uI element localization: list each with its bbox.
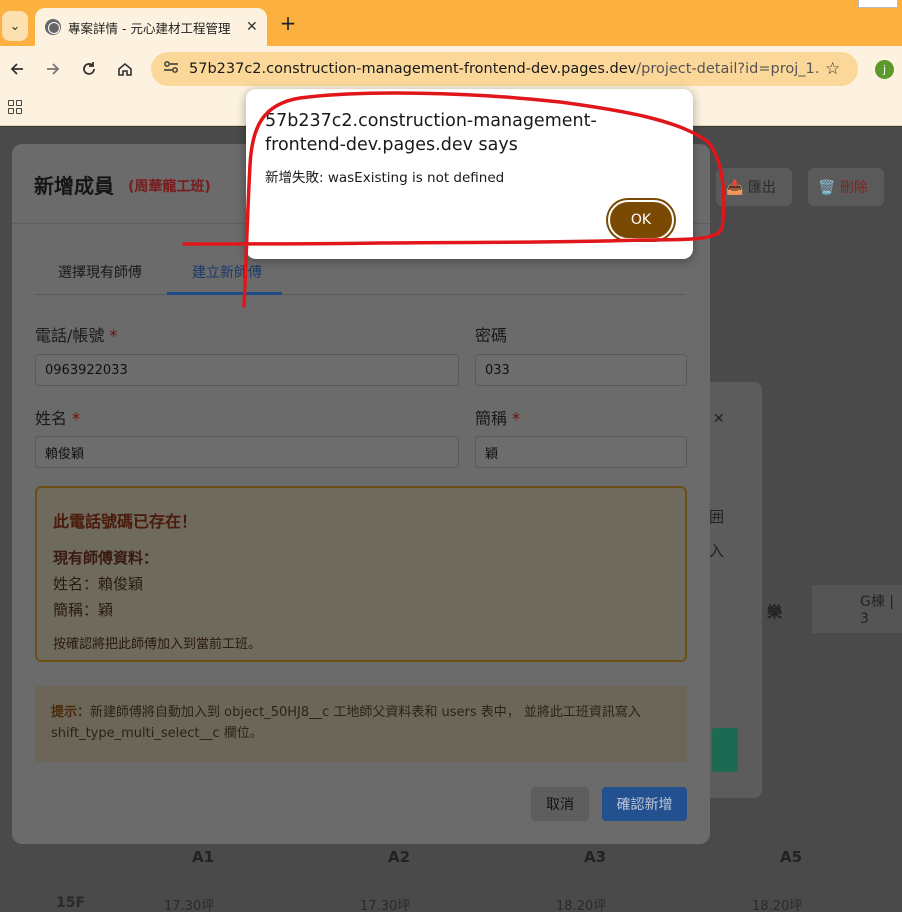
export-button[interactable]: 📥 匯出 xyxy=(716,168,792,206)
tab-create-new[interactable]: 建立新師傅 xyxy=(192,262,262,282)
floor-label: 15F xyxy=(56,895,86,911)
site-info-icon[interactable] xyxy=(163,60,185,78)
cancel-button[interactable]: 取消 xyxy=(531,787,589,821)
phone-label: 電話/帳號 * xyxy=(35,326,118,345)
tab-search-button[interactable]: ⌄ xyxy=(2,11,28,41)
back-icon[interactable] xyxy=(6,58,28,80)
hint-box: 提示：新建師傅將自動加入到 object_50HJ8__c 工地師父資料表和 u… xyxy=(35,686,687,762)
window-control[interactable] xyxy=(858,0,898,8)
url-host: 57b237c2.construction-management-fronten… xyxy=(189,61,637,77)
url-text[interactable]: 57b237c2.construction-management-fronten… xyxy=(189,61,819,77)
profile-avatar[interactable]: j xyxy=(875,60,894,79)
background-text: 囲 xyxy=(709,508,725,526)
tabs-divider xyxy=(34,294,686,295)
duplicate-phone-warning: 此電話號碼已存在！ 現有師傅資料： 姓名：賴俊穎 簡稱：穎 按確認將把此師傅加入… xyxy=(35,486,687,662)
column-header: A3 xyxy=(584,848,607,866)
modal-subtitle: (周華龍工班) xyxy=(128,179,211,195)
address-bar[interactable]: 57b237c2.construction-management-fronten… xyxy=(151,52,858,86)
column-header: A5 xyxy=(780,848,803,866)
column-header: A1 xyxy=(192,848,215,866)
unit-cell[interactable]: 17.30坪 xyxy=(360,895,410,912)
tab-title: 專案詳情 - 元心建材工程管理 xyxy=(68,20,231,36)
alert-dialog: 57b237c2.construction-management-fronten… xyxy=(246,89,693,259)
name-label: 姓名 * xyxy=(35,409,81,428)
apps-grid-icon[interactable] xyxy=(8,100,22,114)
tab-select-existing[interactable]: 選擇現有師傅 xyxy=(58,262,142,282)
alert-message: 新增失敗: wasExisting is not defined xyxy=(265,170,505,186)
ok-button[interactable]: OK xyxy=(608,200,674,240)
bookmark-star-icon[interactable]: ☆ xyxy=(825,59,840,79)
unit-cell[interactable]: 17.30坪 xyxy=(164,895,214,912)
chevron-down-icon: ⌄ xyxy=(9,18,21,34)
browser-tab[interactable]: 專案詳情 - 元心建材工程管理 ✕ xyxy=(35,8,267,46)
password-label: 密碼 xyxy=(475,326,508,345)
reload-icon[interactable] xyxy=(78,58,100,80)
alert-title: 57b237c2.construction-management-fronten… xyxy=(265,111,597,155)
globe-icon xyxy=(45,19,61,35)
phone-input[interactable]: 0963922033 xyxy=(35,354,459,386)
background-teal-block xyxy=(712,728,738,772)
home-icon[interactable] xyxy=(114,58,136,80)
background-close-icon[interactable]: ✕ xyxy=(713,411,725,427)
background-text: 樂 xyxy=(767,603,783,621)
url-path: /project-detail?id=proj_1… xyxy=(636,61,819,77)
password-input[interactable]: 033 xyxy=(475,354,687,386)
short-name-input[interactable]: 穎 xyxy=(475,436,687,468)
background-text: 入 xyxy=(709,542,725,560)
warning-subtitle: 現有師傅資料： xyxy=(53,549,159,567)
existing-short-name: 簡稱：穎 xyxy=(53,601,114,619)
modal-title: 新增成員 xyxy=(34,174,114,198)
unit-cell[interactable]: 18.20坪 xyxy=(556,895,606,912)
new-tab-button[interactable]: + xyxy=(278,11,298,35)
warning-title: 此電話號碼已存在！ xyxy=(53,512,198,531)
delete-button[interactable]: 🗑️ 刪除 xyxy=(808,168,884,206)
units-row: 15F 17.30坪 17.30坪 18.20坪 18.20坪 xyxy=(34,895,902,912)
hint-text: 新建師傅將自動加入到 object_50HJ8__c 工地師父資料表和 user… xyxy=(51,705,641,741)
building-tab[interactable]: G棟 | 3 xyxy=(812,585,902,633)
close-tab-icon[interactable]: ✕ xyxy=(246,19,258,35)
active-tab-indicator xyxy=(167,292,282,295)
unit-cell[interactable]: 18.20坪 xyxy=(752,895,802,912)
warning-note: 按確認將把此師傅加入到當前工班。 xyxy=(53,637,262,652)
forward-icon[interactable] xyxy=(42,58,64,80)
name-input[interactable]: 賴俊穎 xyxy=(35,436,459,468)
short-name-label: 簡稱 * xyxy=(475,409,521,428)
confirm-add-button[interactable]: 確認新增 xyxy=(602,787,687,821)
hint-label: 提示： xyxy=(51,705,91,720)
column-header: A2 xyxy=(388,848,411,866)
existing-name: 姓名：賴俊穎 xyxy=(53,575,144,593)
